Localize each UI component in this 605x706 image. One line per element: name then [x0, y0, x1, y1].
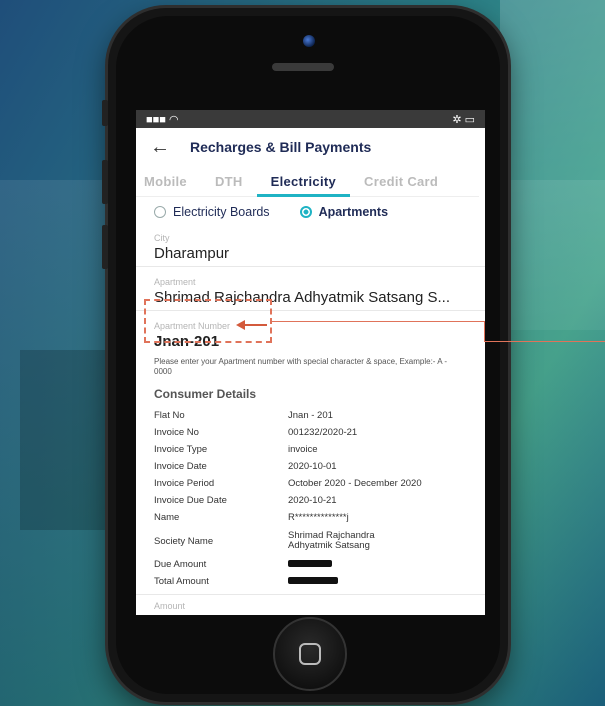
- background-desk: [20, 350, 110, 530]
- row-value: October 2020 - December 2020: [288, 478, 422, 489]
- bluetooth-battery-icon: ✲ ▭: [452, 113, 475, 126]
- row-key: Invoice No: [154, 427, 199, 438]
- city-value: Dharampur: [154, 245, 230, 262]
- row-value: 2020-10-01: [288, 461, 337, 472]
- table-row: Invoice Period October 2020 - December 2…: [136, 475, 485, 492]
- consumer-details-heading: Consumer Details: [154, 387, 257, 401]
- apartments-label[interactable]: Apartments: [319, 205, 388, 219]
- tab-electricity[interactable]: Electricity: [256, 174, 351, 197]
- row-key: Invoice Due Date: [154, 495, 227, 506]
- row-value: 001232/2020-21: [288, 427, 358, 438]
- phone-mute-switch: [102, 100, 108, 126]
- row-key: Total Amount: [154, 576, 209, 587]
- row-value: Jnan - 201: [288, 410, 333, 421]
- redaction-bar: [288, 560, 332, 567]
- table-row: Invoice Date 2020-10-01: [136, 458, 485, 475]
- table-row: Invoice Due Date 2020-10-21: [136, 492, 485, 509]
- apartment-number-hint: Please enter your Apartment number with …: [154, 357, 448, 376]
- table-row: Name R**************j: [136, 509, 485, 526]
- amount-label: Amount: [154, 601, 186, 611]
- row-value-redacted: [288, 576, 467, 587]
- row-value: 2020-10-21: [288, 495, 337, 506]
- row-key: Flat No: [154, 410, 185, 421]
- annotation-line-drop: [484, 321, 485, 341]
- electricity-boards-radio[interactable]: [154, 206, 166, 218]
- app-header: ← Recharges & Bill Payments: [136, 128, 485, 166]
- table-row: Society Name Shrimad Rajchandra Adhyatmi…: [136, 526, 485, 556]
- tab-bar: Mobile DTH Electricity Credit Card: [136, 166, 479, 197]
- row-key: Society Name: [154, 535, 214, 547]
- camera-icon: [303, 35, 315, 47]
- speaker-grille: [272, 63, 334, 71]
- home-button[interactable]: [273, 617, 347, 691]
- row-key: Invoice Period: [154, 478, 215, 489]
- table-row: Invoice Type invoice: [136, 441, 485, 458]
- background-window: [500, 0, 605, 330]
- page-title: Recharges & Bill Payments: [190, 139, 372, 155]
- app-screen: ■■■ ◠ ✲ ▭ ← Recharges & Bill Payments Mo…: [136, 110, 485, 615]
- tab-credit-card[interactable]: Credit Card: [350, 174, 452, 189]
- table-row: Total Amount: [136, 573, 485, 590]
- table-row: Invoice No 001232/2020-21: [136, 424, 485, 441]
- amount-field[interactable]: Amount ₹: [136, 594, 485, 615]
- row-key: Due Amount: [154, 559, 207, 570]
- apartments-radio[interactable]: [299, 206, 312, 218]
- row-key: Invoice Date: [154, 461, 207, 472]
- phone-volume-down: [102, 225, 108, 269]
- redaction-bar: [288, 577, 338, 584]
- row-value: invoice: [288, 444, 318, 455]
- row-key: Name: [154, 512, 180, 523]
- home-square-icon: [299, 643, 321, 665]
- provider-type-radios: Electricity Boards Apartments: [136, 197, 485, 227]
- rupee-icon: ₹: [154, 613, 162, 615]
- apartment-label: Apartment: [154, 277, 196, 287]
- annotation-highlight-box: [144, 299, 272, 343]
- row-value-redacted: [288, 559, 467, 570]
- annotation-line: [272, 321, 484, 322]
- city-label: City: [154, 233, 170, 243]
- table-row: Due Amount: [136, 556, 485, 573]
- annotation-arrow: [244, 324, 267, 326]
- city-field[interactable]: City Dharampur: [136, 227, 485, 267]
- status-bar: ■■■ ◠ ✲ ▭: [136, 110, 485, 128]
- annotation-line-out: [484, 341, 605, 342]
- electricity-boards-label[interactable]: Electricity Boards: [173, 205, 270, 219]
- annotation-arrow-head: [236, 320, 245, 330]
- row-key: Invoice Type: [154, 444, 208, 455]
- row-value: R**************j: [288, 512, 349, 523]
- back-arrow-icon[interactable]: ←: [150, 136, 190, 159]
- table-row: Flat No Jnan - 201: [136, 407, 485, 424]
- tab-dth[interactable]: DTH: [201, 174, 257, 189]
- amount-value: ₹: [154, 613, 467, 615]
- phone-volume-up: [102, 160, 108, 204]
- row-value: Shrimad Rajchandra Adhyatmik Satsang: [288, 530, 375, 551]
- signal-wifi-icon: ■■■ ◠: [146, 113, 179, 126]
- tab-mobile[interactable]: Mobile: [136, 174, 201, 189]
